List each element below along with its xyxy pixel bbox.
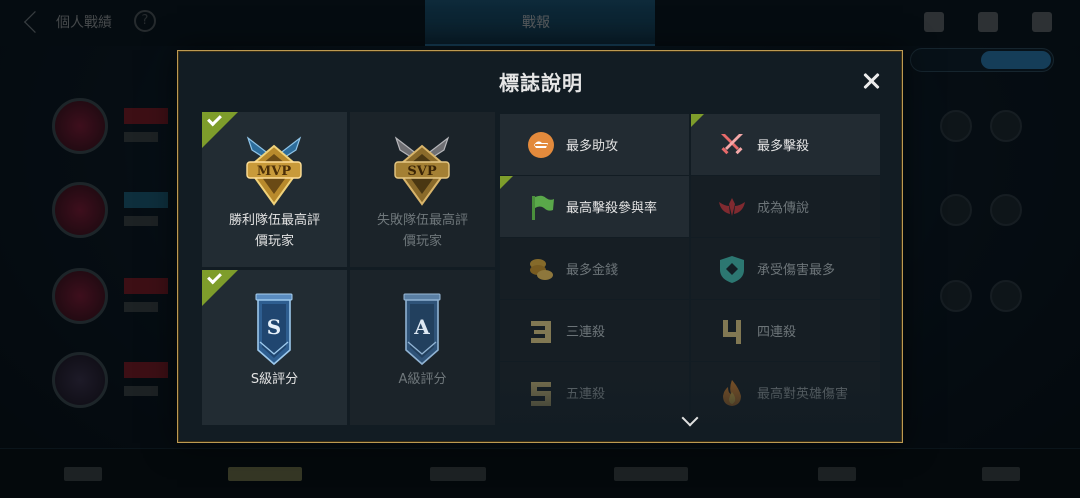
badge-label: A級評分 <box>398 372 447 387</box>
close-button[interactable] <box>859 69 883 93</box>
quadra-kill-icon <box>723 320 741 344</box>
badge-label-line2: 價玩家 <box>254 234 294 249</box>
achieved-check-icon <box>202 269 238 306</box>
coins-icon <box>530 259 553 280</box>
badge-text: MVP <box>257 164 291 179</box>
s-rank-banner-icon: S <box>242 292 306 366</box>
badge-text: S <box>267 315 281 339</box>
feature-kill-participation[interactable]: 最高擊殺參與率 <box>500 176 689 237</box>
penta-kill-icon <box>531 382 551 406</box>
feature-most-gold[interactable]: 最多金錢 <box>500 238 689 299</box>
feature-label: 四連殺 <box>757 325 797 340</box>
feature-most-kills[interactable]: 最多擊殺 <box>691 114 880 175</box>
badge-explanation-dialog: 標誌說明 MVP 勝利隊伍最高評 價玩家 SVP 失敗隊伍最高評 價玩家 S S… <box>177 50 903 443</box>
feature-become-legend[interactable]: 成為傳說 <box>691 176 880 237</box>
feature-label: 最高擊殺參與率 <box>566 201 658 216</box>
badge-label: 失敗隊伍最高評 <box>376 213 468 228</box>
triple-kill-icon <box>531 321 551 343</box>
feature-label: 最多擊殺 <box>757 139 810 154</box>
a-rank-banner-icon: A <box>390 292 454 366</box>
badge-a-rank[interactable]: A A級評分 <box>350 270 495 425</box>
achieved-check-icon <box>202 111 238 148</box>
feature-label: 最多助攻 <box>566 139 619 154</box>
achieved-check-icon <box>500 176 513 189</box>
crossed-swords-icon <box>721 134 743 155</box>
fire-icon <box>723 380 741 406</box>
badge-s-rank[interactable]: S S級評分 <box>202 269 347 425</box>
badge-label-line2: 價玩家 <box>402 234 442 249</box>
feature-penta-kill[interactable]: 五連殺 <box>500 362 689 423</box>
feature-quadra-kill[interactable]: 四連殺 <box>691 300 880 361</box>
feature-label: 三連殺 <box>566 325 606 340</box>
feature-label: 五連殺 <box>566 387 606 402</box>
shield-icon <box>720 256 744 283</box>
feature-most-hero-damage[interactable]: 最高對英雄傷害 <box>691 362 880 423</box>
badge-label: 勝利隊伍最高評 <box>228 213 320 228</box>
mvp-medal-icon: MVP <box>242 134 306 208</box>
badge-mvp[interactable]: MVP 勝利隊伍最高評 價玩家 <box>202 111 347 267</box>
feature-most-assists[interactable]: 最多助攻 <box>500 114 689 175</box>
feature-label: 最多金錢 <box>566 263 619 278</box>
feature-most-damage-taken[interactable]: 承受傷害最多 <box>691 238 880 299</box>
handshake-icon <box>528 132 554 158</box>
feature-label: 最高對英雄傷害 <box>757 387 849 402</box>
achieved-check-icon <box>691 114 704 127</box>
dialog-title: 標誌說明 <box>499 71 583 95</box>
badge-text: SVP <box>407 164 436 179</box>
svp-medal-icon: SVP <box>390 134 454 208</box>
feature-triple-kill[interactable]: 三連殺 <box>500 300 689 361</box>
feature-label: 承受傷害最多 <box>757 263 836 278</box>
badge-svp[interactable]: SVP 失敗隊伍最高評 價玩家 <box>350 112 495 267</box>
flag-icon <box>532 195 554 220</box>
feature-label: 成為傳說 <box>757 201 810 216</box>
badge-label: S級評分 <box>250 372 299 387</box>
legend-wings-icon <box>719 198 745 216</box>
badge-text: A <box>413 315 430 339</box>
